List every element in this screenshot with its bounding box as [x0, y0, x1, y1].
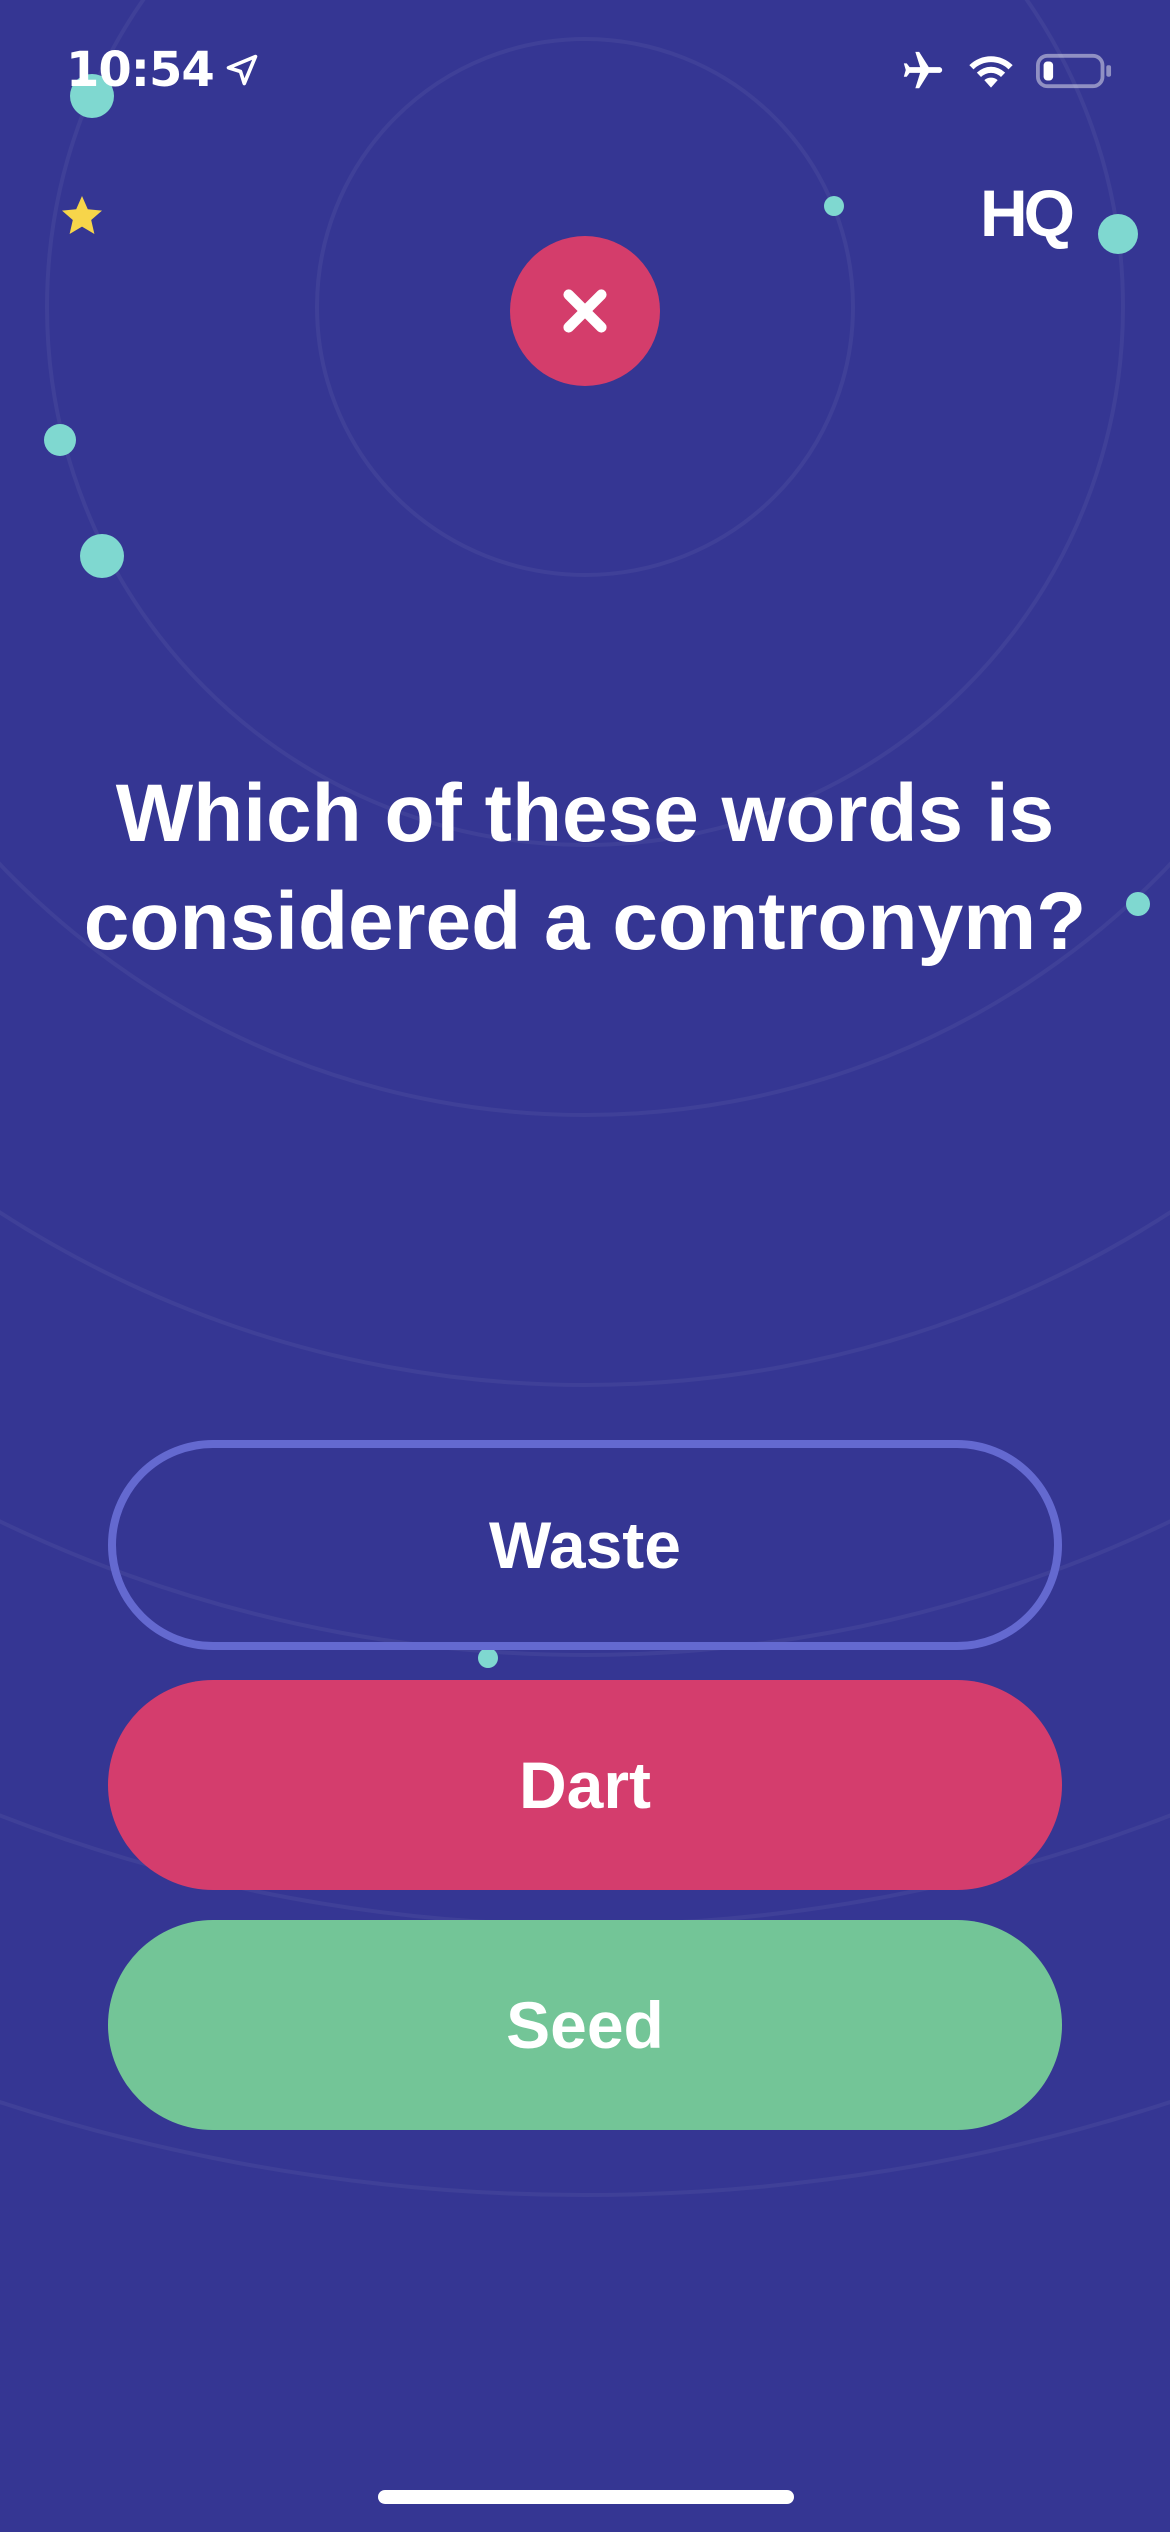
decorative-dot — [80, 534, 124, 578]
hq-logo-text: HQ — [980, 178, 1073, 250]
status-bar-icons — [900, 48, 1112, 94]
status-bar-time: 10:54 — [66, 42, 260, 98]
answer-label: Seed — [506, 1988, 664, 2062]
decorative-dot — [824, 196, 844, 216]
airplane-icon — [903, 51, 943, 89]
battery-icon — [1036, 53, 1112, 89]
home-indicator[interactable] — [378, 2490, 794, 2504]
star-icon[interactable] — [58, 192, 106, 240]
decorative-dot — [1126, 892, 1150, 916]
answer-option-seed[interactable]: Seed — [108, 1920, 1062, 2130]
game-screen: 10:54 HQ Which of these words is conside… — [0, 0, 1170, 2532]
question-text: Which of these words is considered a con… — [83, 768, 1087, 967]
location-arrow-icon — [226, 54, 258, 86]
close-x-icon — [563, 289, 607, 333]
status-time-text: 10:54 — [66, 42, 215, 98]
background-ring — [45, 0, 1125, 847]
wifi-icon — [969, 56, 1013, 88]
answer-option-waste[interactable]: Waste — [108, 1440, 1062, 1650]
answer-label: Dart — [518, 1748, 652, 1822]
answer-label: Waste — [489, 1508, 681, 1582]
decorative-dot — [44, 424, 76, 456]
answer-option-dart[interactable]: Dart — [108, 1680, 1062, 1890]
hq-logo: HQ — [980, 178, 1077, 250]
decorative-dot — [478, 1648, 498, 1668]
result-wrong-badge — [510, 236, 660, 386]
